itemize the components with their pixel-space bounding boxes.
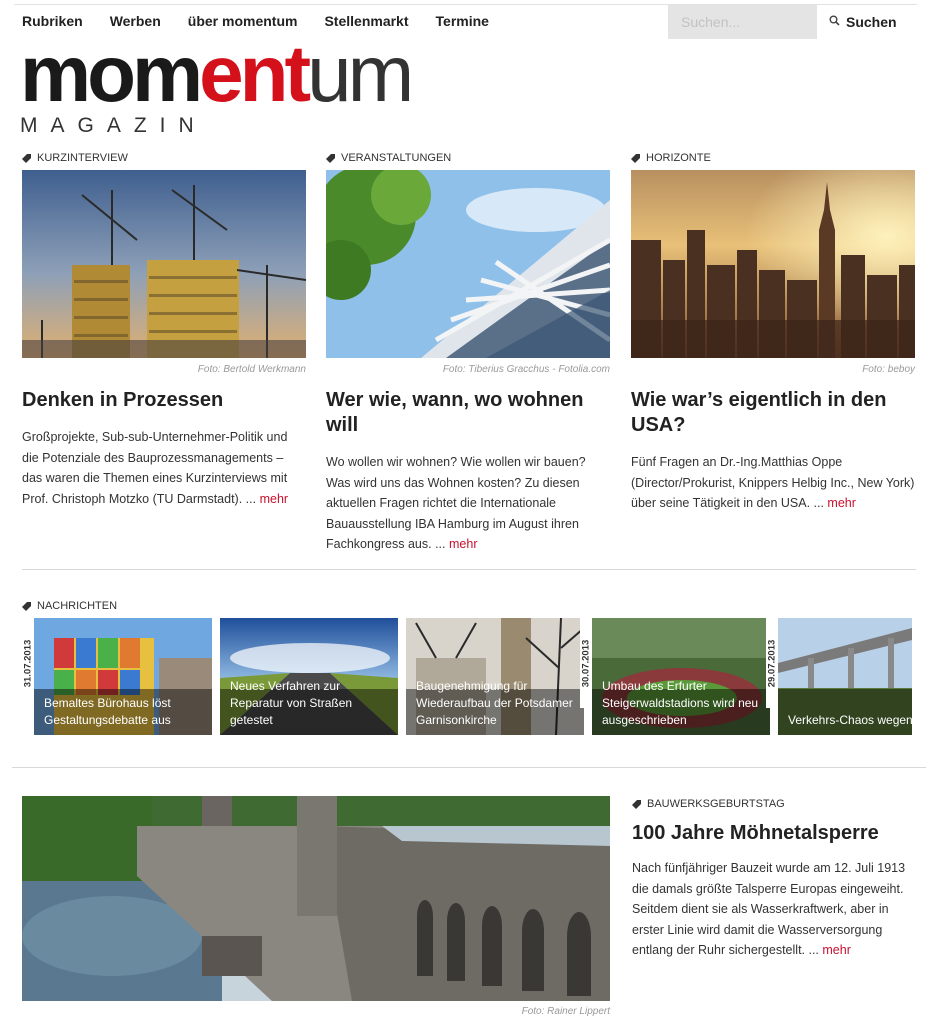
feature-1-text-body: Großprojekte, Sub-sub-Unternehmer-Politi… [22, 430, 288, 506]
bottom-feature-text: Nach fünfjähriger Bauzeit wurde am 12. J… [632, 858, 912, 961]
news-item-3-title: Baugenehmigung für Wiederaufbau der Pots… [416, 679, 573, 727]
news-item-5[interactable]: Verkehrs-Chaos wegen Bauarbeiten an wich… [778, 618, 912, 735]
bottom-feature-category-label: BAUWERKSGEBURTSTAG [647, 798, 785, 810]
logo-part-ent: ent [199, 29, 311, 118]
feature-3-category-label: HORIZONTE [646, 152, 711, 164]
bottom-feature-text-body: Nach fünfjähriger Bauzeit wurde am 12. J… [632, 861, 906, 957]
bottom-feature-title[interactable]: 100 Jahre Möhnetalsperre [632, 821, 916, 846]
feature-2-category[interactable]: VERANSTALTUNGEN [326, 152, 451, 164]
feature-1-more-link[interactable]: mehr [260, 492, 288, 506]
tag-icon [326, 153, 335, 163]
feature-3-text: Fünf Fragen an Dr.-Ing.Matthias Oppe (Di… [631, 452, 915, 514]
news-category[interactable]: NACHRICHTEN [22, 600, 117, 612]
bottom-feature-credit: Foto: Rainer Lippert [521, 1006, 610, 1017]
feature-1-category[interactable]: KURZINTERVIEW [22, 152, 128, 164]
news-date-3-label: 29.07.2013 [766, 639, 778, 687]
site-logo[interactable]: momentum MAGAZIN [20, 34, 420, 140]
logo-part-mom: mom [20, 29, 203, 118]
search-button-label: Suchen [846, 14, 897, 30]
search-icon [829, 15, 840, 26]
news-date-1-label: 31.07.2013 [22, 639, 34, 687]
news-date-2-label: 30.07.2013 [580, 639, 592, 687]
bottom-feature-image[interactable] [22, 796, 610, 1001]
tag-icon [22, 153, 31, 163]
feature-3-more-link[interactable]: mehr [827, 496, 855, 510]
nav-item-termine[interactable]: Termine [436, 13, 489, 29]
nav-item-werben[interactable]: Werben [110, 13, 161, 29]
news-category-label: NACHRICHTEN [37, 600, 118, 612]
logo-part-um: um [307, 29, 414, 118]
bottom-feature-more-link[interactable]: mehr [822, 943, 850, 957]
feature-2-title[interactable]: Wer wie, wann, wo wohnen will [326, 388, 610, 438]
logo-subtitle: MAGAZIN [20, 114, 207, 137]
feature-1-image[interactable] [22, 170, 306, 358]
news-item-1-title: Bemaltes Bürohaus löst Gestaltungsdebatt… [44, 696, 171, 727]
feature-2-text: Wo wollen wir wohnen? Wie wollen wir bau… [326, 452, 610, 555]
news-date-2: 30.07.2013 [580, 618, 592, 708]
news-item-2[interactable]: Neues Verfahren zur Reparatur von Straße… [220, 618, 398, 735]
nav-item-ueber-momentum[interactable]: über momentum [188, 13, 298, 29]
tag-icon [631, 153, 640, 163]
tag-icon [632, 799, 641, 809]
news-item-4-title: Umbau des Erfurter Steigerwaldstadions w… [602, 679, 759, 727]
search-input[interactable] [668, 5, 817, 39]
news-item-2-title: Neues Verfahren zur Reparatur von Straße… [230, 679, 353, 727]
news-date-1: 31.07.2013 [22, 618, 34, 708]
nav-item-rubriken[interactable]: Rubriken [22, 13, 83, 29]
nav-item-stellenmarkt[interactable]: Stellenmarkt [324, 13, 408, 29]
feature-2-category-label: VERANSTALTUNGEN [341, 152, 452, 164]
section-divider-2 [12, 767, 926, 768]
logo-wordmark: momentum [20, 34, 414, 114]
section-divider [22, 569, 916, 570]
news-date-3: 29.07.2013 [766, 618, 778, 708]
feature-3-image[interactable] [631, 170, 915, 358]
feature-3-text-body: Fünf Fragen an Dr.-Ing.Matthias Oppe (Di… [631, 455, 915, 510]
feature-1-text: Großprojekte, Sub-sub-Unternehmer-Politi… [22, 427, 306, 509]
news-item-4[interactable]: Umbau des Erfurter Steigerwaldstadions w… [592, 618, 770, 735]
feature-3-category[interactable]: HORIZONTE [631, 152, 711, 164]
feature-1-title[interactable]: Denken in Prozessen [22, 388, 306, 413]
news-item-3[interactable]: Baugenehmigung für Wiederaufbau der Pots… [406, 618, 584, 735]
feature-3-credit: Foto: beboy [862, 364, 915, 375]
bottom-feature-category[interactable]: BAUWERKSGEBURTSTAG [632, 798, 785, 810]
tag-icon [22, 601, 31, 611]
feature-2-credit: Foto: Tiberius Gracchus - Fotolia.com [442, 364, 610, 375]
feature-1-credit: Foto: Bertold Werkmann [197, 364, 306, 375]
main-nav: Rubriken Werben über momentum Stellenmar… [22, 13, 516, 29]
feature-1-category-label: KURZINTERVIEW [37, 152, 128, 164]
feature-2-image[interactable] [326, 170, 610, 358]
news-item-1[interactable]: Bemaltes Bürohaus löst Gestaltungsdebatt… [34, 618, 212, 735]
news-item-5-title: Verkehrs-Chaos wegen Bauarbeiten an wich… [788, 713, 912, 727]
search-button[interactable]: Suchen [829, 11, 897, 33]
feature-2-more-link[interactable]: mehr [449, 537, 477, 551]
feature-3-title[interactable]: Wie war’s eigentlich in den USA? [631, 388, 915, 438]
